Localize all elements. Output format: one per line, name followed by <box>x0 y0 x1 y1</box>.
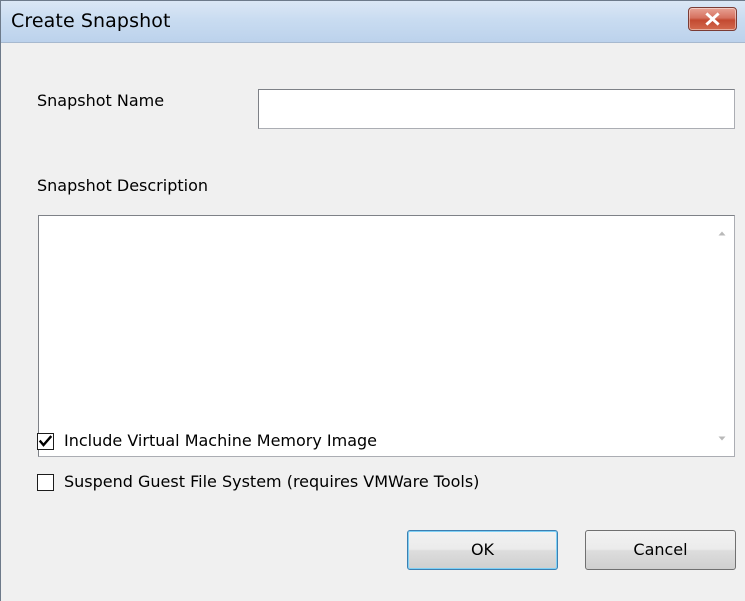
close-icon <box>705 12 720 26</box>
dialog-body: Snapshot Name Snapshot Description Inclu… <box>1 43 745 601</box>
include-memory-label: Include Virtual Machine Memory Image <box>64 431 378 450</box>
suspend-file-system-label: Suspend Guest File System (requires VMWa… <box>64 472 480 491</box>
scroll-down-arrow-icon[interactable] <box>710 428 734 450</box>
scroll-up-arrow-icon[interactable] <box>710 222 734 244</box>
title-bar[interactable]: Create Snapshot <box>1 1 745 43</box>
checkmark-icon <box>38 435 53 447</box>
snapshot-name-label: Snapshot Name <box>37 91 165 110</box>
include-memory-checkbox[interactable] <box>37 433 54 450</box>
snapshot-description-input[interactable] <box>39 216 711 456</box>
include-memory-option[interactable]: Include Virtual Machine Memory Image <box>37 431 467 453</box>
snapshot-description-box <box>38 215 735 457</box>
suspend-file-system-option[interactable]: Suspend Guest File System (requires VMWa… <box>37 472 567 494</box>
suspend-file-system-checkbox[interactable] <box>37 474 54 491</box>
dialog-title: Create Snapshot <box>11 10 171 32</box>
create-snapshot-dialog: Create Snapshot Snapshot Name Snapshot D… <box>0 0 745 601</box>
close-button[interactable] <box>688 7 737 31</box>
snapshot-name-input[interactable] <box>258 89 735 129</box>
description-scrollbar[interactable] <box>710 216 734 456</box>
cancel-button[interactable]: Cancel <box>585 530 736 570</box>
ok-button[interactable]: OK <box>407 530 558 570</box>
snapshot-description-label: Snapshot Description <box>37 176 209 195</box>
